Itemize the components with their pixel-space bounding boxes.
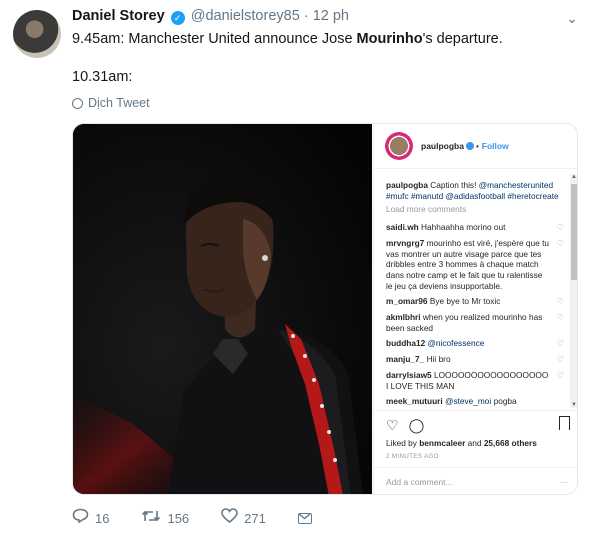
heart-icon[interactable]: ♡ xyxy=(557,313,564,324)
heart-icon[interactable]: ♡ xyxy=(557,355,564,366)
instagram-embed[interactable]: paulpogba • Follow paulpogba Caption thi… xyxy=(72,123,578,495)
tweet-header: Daniel Storey ✓ @danielstorey85 · 12 ph xyxy=(72,8,349,25)
follow-button[interactable]: Follow xyxy=(482,141,509,151)
instagram-actions: ♡ ◯ Liked by benmcaleer and 25,668 other… xyxy=(374,410,577,494)
instagram-panel: paulpogba • Follow paulpogba Caption thi… xyxy=(373,124,577,494)
direct-message-button[interactable] xyxy=(297,512,312,524)
instagram-avatar[interactable] xyxy=(385,132,413,160)
reply-button[interactable]: 16 xyxy=(72,508,109,528)
like-count: 271 xyxy=(244,510,266,526)
comment: mrvngrg7 mourinho est viré, j'espère que… xyxy=(386,237,564,291)
verified-icon xyxy=(465,142,474,150)
post-photo-image xyxy=(73,124,372,494)
translate-label[interactable]: Dịch Tweet xyxy=(88,96,150,110)
comment-icon[interactable]: ◯ xyxy=(409,417,425,434)
instagram-comments: paulpogba Caption this! @manchesterunite… xyxy=(386,180,564,412)
add-comment-placeholder[interactable]: Add a comment... xyxy=(386,477,453,488)
separator: · xyxy=(303,8,309,24)
likes-summary: Liked by benmcaleer and 25,668 others xyxy=(386,438,537,448)
globe-icon xyxy=(72,97,83,109)
scroll-up-arrow-icon[interactable]: ▲ xyxy=(570,174,577,180)
mail-icon xyxy=(297,512,312,524)
heart-icon[interactable]: ♡ xyxy=(557,297,564,308)
highlighted-word: Mourinho xyxy=(356,31,423,47)
author-avatar[interactable] xyxy=(13,10,61,58)
post-time[interactable]: 2 MINUTES AGO xyxy=(386,453,439,460)
chevron-down-icon[interactable]: ⌄ xyxy=(566,10,578,27)
tweet-text-line2: 10.31am: xyxy=(72,69,133,85)
more-options-icon[interactable]: ··· xyxy=(560,477,569,488)
post-caption: paulpogba Caption this! @manchesterunite… xyxy=(386,180,559,201)
comment: m_omar96 Bye bye to Mr toxic ♡ xyxy=(386,296,564,307)
retweet-count: 156 xyxy=(167,510,190,526)
like-button[interactable]: 271 xyxy=(221,508,266,528)
heart-icon[interactable]: ♡ xyxy=(557,371,564,382)
heart-icon[interactable]: ♡ xyxy=(557,339,564,350)
add-comment-field[interactable]: Add a comment... ··· xyxy=(374,467,577,494)
instagram-username[interactable]: paulpogba xyxy=(421,141,464,151)
heart-icon[interactable]: ♡ xyxy=(557,239,564,250)
comment: akmlbhri when you realized mourinho has … xyxy=(386,312,564,333)
post-photo[interactable] xyxy=(73,124,372,494)
tweet-text-line1: 9.45am: Manchester United announce Jose … xyxy=(72,31,503,47)
tweet-actions: 16 156 271 xyxy=(72,508,344,528)
timestamp[interactable]: 12 ph xyxy=(313,8,349,24)
reply-count: 16 xyxy=(95,510,110,526)
comment: buddha12 @nicofessence ♡ xyxy=(386,338,564,349)
instagram-action-icons: ♡ ◯ xyxy=(386,417,424,434)
verified-icon: ✓ xyxy=(170,11,185,25)
translate-tweet-link[interactable]: Dịch Tweet xyxy=(72,96,150,110)
comment: darrylsiaw5 LOOOOOOOOOOOOOOOOO I LOVE TH… xyxy=(386,369,564,391)
display-name[interactable]: Daniel Storey xyxy=(72,8,165,24)
scroll-down-arrow-icon[interactable]: ▼ xyxy=(570,402,577,408)
comments-scrollbar[interactable]: ▲ ▼ xyxy=(570,174,577,408)
comment: manju_7_ Hii bro ♡ xyxy=(386,354,564,365)
handle[interactable]: @danielstorey85 xyxy=(191,8,300,24)
comment: meek_mutuuri @steve_moi pogba xyxy=(386,396,517,407)
separator: • xyxy=(475,141,479,151)
heart-icon[interactable]: ♡ xyxy=(386,417,399,434)
scroll-thumb[interactable] xyxy=(571,184,577,280)
retweet-icon xyxy=(141,509,161,528)
heart-icon xyxy=(221,508,238,528)
heart-icon[interactable]: ♡ xyxy=(557,223,564,234)
bookmark-icon[interactable] xyxy=(559,416,570,430)
retweet-button[interactable]: 156 xyxy=(141,509,189,528)
comment: saidi.wh Hahhaahha morino out ♡ xyxy=(386,222,564,233)
reply-icon xyxy=(72,508,89,528)
load-more-comments[interactable]: Load more comments xyxy=(386,204,564,215)
instagram-header: paulpogba • Follow xyxy=(374,124,577,169)
